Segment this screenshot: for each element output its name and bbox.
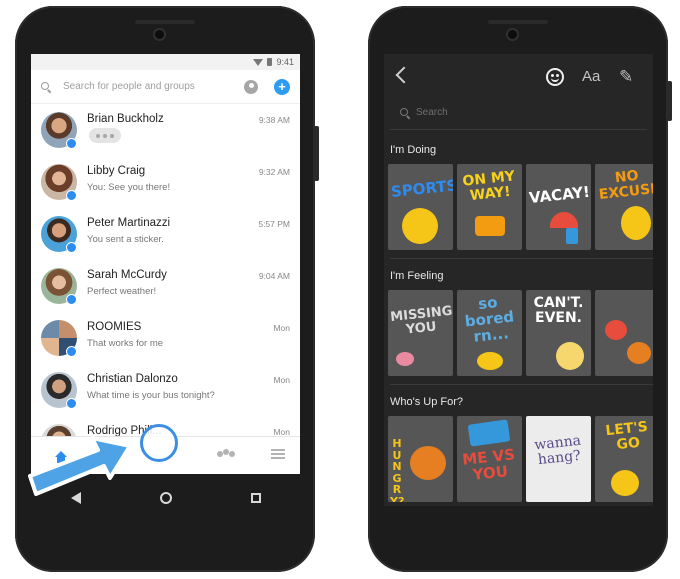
right-phone: Aa ✎ Search I'm Doing SPORTS! ON MY WAY! <box>368 6 672 572</box>
sticker-text: CAN'T. EVEN. <box>533 295 584 326</box>
sticker-tile[interactable]: LET'S GO <box>595 416 653 502</box>
sticker-tile[interactable]: ME VS YOU <box>457 416 522 502</box>
sticker-text <box>598 305 653 311</box>
speaker-grille <box>488 20 548 24</box>
recent-apps-icon[interactable] <box>250 493 261 503</box>
sticker-row: MISSING YOU so bored rn... CAN'T. EVEN. <box>388 290 653 376</box>
android-nav-bar-hidden <box>384 511 653 551</box>
message-time: 9:32 AM <box>258 167 290 177</box>
conversation-row[interactable]: Peter Martinazzi You sent a sticker. 5:5… <box>31 208 300 260</box>
sticker-tile[interactable]: CAN'T. EVEN. <box>526 290 591 376</box>
back-arrow-icon[interactable] <box>395 66 413 84</box>
messenger-badge-icon <box>66 294 77 305</box>
messenger-badge-icon <box>66 190 77 201</box>
menu-icon[interactable] <box>271 449 285 459</box>
status-bar: 9:41 <box>31 54 300 70</box>
message-preview: You: See you there! <box>87 182 171 193</box>
sticker-text: ME VS YOU <box>461 445 516 484</box>
section-title: I'm Feeling <box>390 270 444 282</box>
sticker-row: HUNGRY? ME VS YOU wanna hang? LET'S GO <box>388 416 653 502</box>
sticker-text: wanna hang? <box>533 432 582 468</box>
compose-button[interactable]: + <box>274 78 290 95</box>
sticker-tile[interactable]: SPORTS! <box>388 164 453 250</box>
typing-indicator <box>89 128 121 143</box>
sticker-text: HUNGRY? <box>390 437 405 502</box>
section-title: I'm Doing <box>390 144 437 156</box>
sticker-tile[interactable]: VACAY! <box>526 164 591 250</box>
conversation-row[interactable]: ROOMIES That works for me Mon <box>31 312 300 364</box>
message-time: Mon <box>273 375 290 385</box>
groups-icon[interactable] <box>217 449 235 461</box>
sticker-text: ON MY WAY! <box>461 168 516 204</box>
search-icon <box>41 81 51 92</box>
status-time: 9:41 <box>276 57 294 67</box>
message-preview: What time is your bus tonight? <box>87 390 215 401</box>
sticker-text: MISSING YOU <box>389 303 453 338</box>
front-camera <box>155 30 164 39</box>
power-button <box>314 126 319 181</box>
contact-name: Libby Craig <box>87 165 146 177</box>
sticker-row: SPORTS! ON MY WAY! VACAY! NO EXCUSES <box>388 164 653 250</box>
sticker-store-screen: Aa ✎ Search I'm Doing SPORTS! ON MY WAY! <box>384 54 653 506</box>
message-time: Mon <box>273 323 290 333</box>
sticker-tile[interactable]: ON MY WAY! <box>457 164 522 250</box>
stage: 9:41 Search for people and groups + Bria… <box>0 0 680 579</box>
text-style-icon[interactable]: Aa <box>582 68 600 85</box>
conversation-row[interactable]: Brian Buckholz 9:38 AM <box>31 104 300 156</box>
sticker-search-bar[interactable]: Search <box>390 100 647 130</box>
messenger-screen: 9:41 Search for people and groups + Bria… <box>31 54 300 474</box>
messenger-badge-icon <box>66 346 77 357</box>
draw-icon[interactable]: ✎ <box>619 67 633 87</box>
sticker-toolbar: Aa ✎ <box>384 54 653 100</box>
section-title: Who's Up For? <box>390 396 464 408</box>
sticker-tile[interactable]: wanna hang? <box>526 416 591 502</box>
section-divider <box>390 384 653 385</box>
contact-name: Brian Buckholz <box>87 113 164 125</box>
message-time: 9:38 AM <box>258 115 290 125</box>
sticker-tile[interactable]: HUNGRY? <box>388 416 453 502</box>
messenger-badge-icon <box>66 138 77 149</box>
conversation-row[interactable]: Christian Dalonzo What time is your bus … <box>31 364 300 416</box>
pointer-arrow-icon <box>28 436 132 496</box>
conversation-list: Brian Buckholz 9:38 AM Libby Craig You: … <box>31 104 300 468</box>
profile-icon[interactable] <box>244 79 258 94</box>
messenger-badge-icon <box>66 242 77 253</box>
sticker-text: VACAY! <box>528 182 591 208</box>
conversation-row[interactable]: Sarah McCurdy Perfect weather! 9:04 AM <box>31 260 300 312</box>
messenger-badge-icon <box>66 398 77 409</box>
contact-name: Peter Martinazzi <box>87 217 171 229</box>
sticker-text: LET'S GO <box>604 418 649 453</box>
contact-name: Sarah McCurdy <box>87 269 167 281</box>
message-time: 9:04 AM <box>258 271 290 281</box>
power-button <box>667 81 672 121</box>
message-preview: You sent a sticker. <box>87 234 164 245</box>
search-input[interactable]: Search for people and groups <box>63 81 244 92</box>
front-camera <box>508 30 517 39</box>
search-icon <box>400 108 410 118</box>
conversation-row[interactable]: Libby Craig You: See you there! 9:32 AM <box>31 156 300 208</box>
sticker-text: so bored rn... <box>463 293 515 346</box>
message-time: 5:57 PM <box>258 219 290 229</box>
sticker-tile[interactable] <box>595 290 653 376</box>
home-circle-icon[interactable] <box>159 492 172 504</box>
tap-indicator <box>140 424 178 462</box>
message-preview: That works for me <box>87 338 164 349</box>
contact-name: ROOMIES <box>87 321 142 333</box>
sticker-search-input[interactable]: Search <box>416 107 448 118</box>
section-divider <box>390 258 653 259</box>
sticker-text: SPORTS! <box>390 175 453 202</box>
sticker-text: NO EXCUSES <box>598 167 653 203</box>
speaker-grille <box>135 20 195 24</box>
sticker-tile[interactable]: MISSING YOU <box>388 290 453 376</box>
smiley-icon[interactable] <box>546 68 564 86</box>
contact-name: Christian Dalonzo <box>87 373 178 385</box>
sticker-tile[interactable]: NO EXCUSES <box>595 164 653 250</box>
battery-icon <box>267 58 273 66</box>
signal-icon <box>253 58 264 66</box>
message-preview: Perfect weather! <box>87 286 157 297</box>
search-bar[interactable]: Search for people and groups + <box>31 70 300 104</box>
sticker-tile[interactable]: so bored rn... <box>457 290 522 376</box>
